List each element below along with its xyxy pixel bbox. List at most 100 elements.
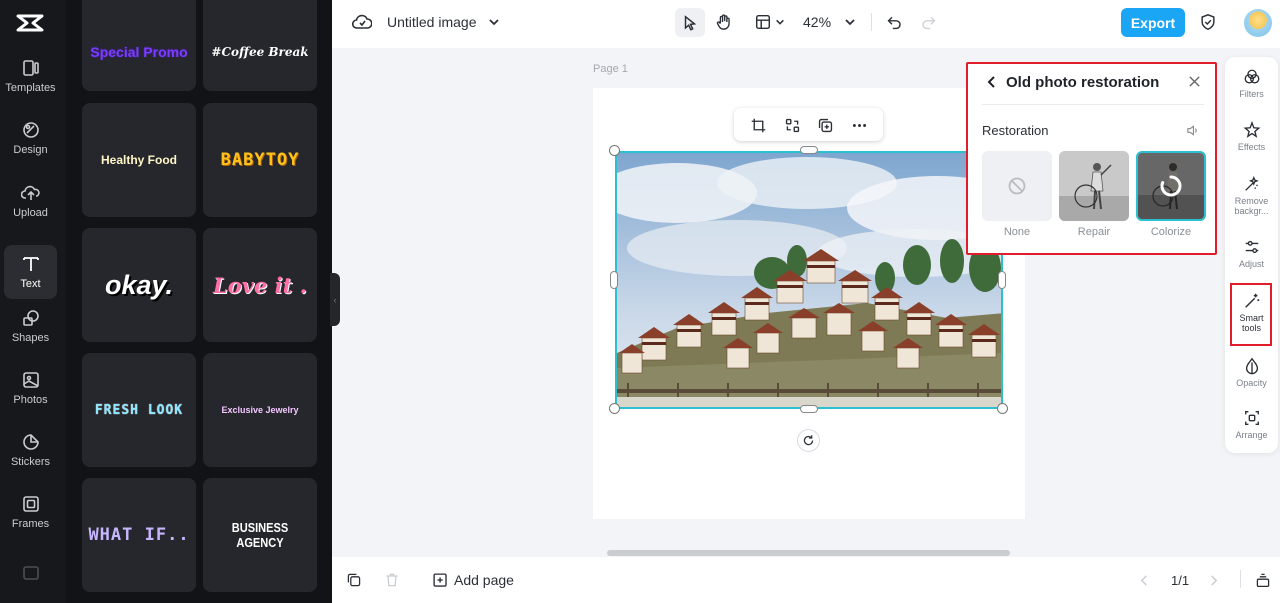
sidebar-item-design[interactable]: Design [4,111,57,165]
chevron-down-icon[interactable] [843,14,857,30]
zoom-level[interactable]: 42% [803,12,831,32]
text-style-card[interactable]: Healthy Food [82,103,196,217]
text-style-card[interactable]: BUSINESS AGENCY [203,478,317,592]
text-style-card[interactable]: Special Promo [82,0,196,91]
resize-handle-bottom-left[interactable] [609,403,620,414]
text-style-card[interactable]: FRESH LOOK [82,353,196,467]
delete-page-button[interactable] [384,571,402,589]
horizontal-scrollbar[interactable] [607,550,1010,556]
hand-icon [716,14,730,30]
sidebar-item-text[interactable]: Text [4,245,57,299]
trash-icon [386,573,398,587]
crop-button[interactable] [747,114,769,136]
redo-button[interactable] [918,12,938,32]
divider [1240,570,1241,588]
text-style-card[interactable]: WHAT IF.. [82,478,196,592]
upload-icon [20,185,40,200]
more-options-button[interactable] [848,114,870,136]
opacity-icon [1245,357,1258,375]
sound-icon[interactable] [1186,124,1200,138]
text-style-card[interactable]: #Coffee Break [203,0,317,91]
sidebar-item-templates[interactable]: Templates [4,49,57,103]
adjust-icon [1245,240,1258,254]
text-style-card[interactable]: okay. [82,228,196,342]
sidebar-item-upload[interactable]: Upload [4,174,57,228]
shield-button[interactable] [1197,12,1219,32]
add-page-label: Add page [454,572,514,588]
repair-thumbnail-image [1059,151,1129,221]
canvas-photo[interactable] [615,151,1003,409]
close-button[interactable] [1188,75,1204,91]
arrange-icon [1244,411,1259,425]
more-icon [852,123,866,127]
pages-icon [1256,573,1270,588]
back-button[interactable] [986,75,1000,91]
redo-icon [921,16,935,29]
stickers-icon [22,434,39,450]
cloud-save-icon[interactable] [352,12,372,32]
text-style-label: BABYTOY [220,150,300,170]
text-style-label: Exclusive Jewelry [221,405,299,415]
resize-handle-top[interactable] [800,146,818,154]
sidebar-item-label: Design [13,144,48,156]
export-button[interactable]: Export [1121,8,1185,37]
text-styles-panel: Special Promo #Coffee Break Healthy Food… [66,0,332,603]
text-style-label: #Coffee Break [211,44,309,59]
add-page-button[interactable]: Add page [432,570,514,590]
tool-filters[interactable]: Filters [1225,68,1278,99]
duplicate-page-icon [347,573,361,587]
tool-effects[interactable]: Effects [1225,121,1278,152]
option-repair[interactable] [1059,151,1129,221]
sidebar-item-frames[interactable]: Frames [4,485,57,539]
tool-arrange[interactable]: Arrange [1225,409,1278,440]
text-style-card[interactable]: BABYTOY [203,103,317,217]
tool-opacity[interactable]: Opacity [1225,357,1278,388]
layout-menu-button[interactable] [751,12,787,32]
option-label: None [1003,226,1031,238]
text-style-label: okay. [104,269,174,300]
sidebar-item-stickers[interactable]: Stickers [4,423,57,477]
option-none[interactable] [982,151,1052,221]
resize-handle-bottom[interactable] [800,405,818,413]
panel-title: Old photo restoration [1006,74,1160,91]
document-title[interactable]: Untitled image [387,12,477,32]
next-page-button[interactable] [1208,572,1222,588]
page-view-button[interactable] [1255,571,1273,589]
collapse-panel-handle[interactable]: ‹ [330,273,340,326]
resize-handle-left[interactable] [610,271,618,289]
resize-handle-right[interactable] [998,271,1006,289]
hand-tool-button[interactable] [713,12,735,32]
text-style-card[interactable]: Exclusive Jewelry [203,353,317,467]
sidebar-item-more[interactable] [4,560,57,590]
option-label: Colorize [1150,226,1192,238]
sidebar-item-photos[interactable]: Photos [4,361,57,415]
undo-button[interactable] [884,12,904,32]
avatar[interactable] [1244,9,1272,37]
text-style-card[interactable]: Love it . [203,228,317,342]
text-style-label: Special Promo [90,43,188,60]
replace-button[interactable] [781,114,803,136]
tool-remove-background[interactable]: Remove backgr... [1225,175,1278,216]
image-floating-toolbar [734,108,883,141]
sidebar-item-label: Upload [13,207,48,219]
templates-icon [22,60,39,76]
select-tool-button[interactable] [675,8,705,37]
resize-handle-top-left[interactable] [609,145,620,156]
chevron-down-icon[interactable] [487,14,501,30]
option-colorize[interactable] [1136,151,1206,221]
divider [982,104,1204,105]
capcut-logo-icon[interactable] [15,10,45,36]
page-counter: 1/1 [1171,572,1190,588]
sidebar-item-label: Templates [5,82,56,94]
remove-background-icon [1244,175,1259,191]
sidebar-item-shapes[interactable]: Shapes [4,299,57,353]
left-rail: Templates Design Upload Text Shapes Phot… [0,0,66,603]
resize-handle-bottom-right[interactable] [997,403,1008,414]
rotate-button[interactable] [797,429,820,452]
add-page-icon [433,572,447,587]
previous-page-button[interactable] [1139,572,1153,588]
tool-adjust[interactable]: Adjust [1225,238,1278,269]
duplicate-button[interactable] [814,114,836,136]
monastery-photo-image [617,153,1001,407]
duplicate-page-button[interactable] [346,571,364,589]
